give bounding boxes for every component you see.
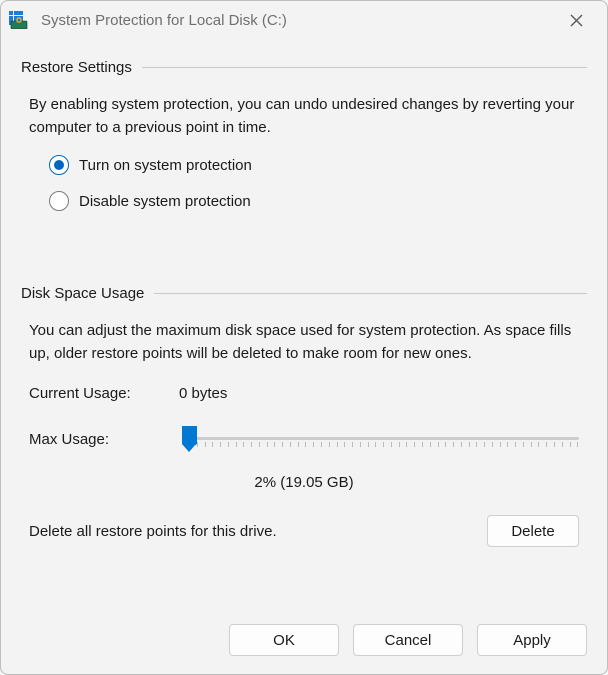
- radio-indicator-icon: [49, 191, 69, 211]
- divider: [142, 67, 587, 68]
- restore-settings-header: Restore Settings: [21, 59, 587, 76]
- current-usage-row: Current Usage: 0 bytes: [21, 385, 587, 402]
- disk-space-description: You can adjust the maximum disk space us…: [21, 320, 587, 365]
- window-title: System Protection for Local Disk (C:): [37, 12, 546, 29]
- restore-settings-label: Restore Settings: [21, 59, 132, 76]
- delete-restore-points-row: Delete all restore points for this drive…: [21, 515, 587, 547]
- max-usage-slider[interactable]: [179, 426, 579, 452]
- radio-indicator-icon: [49, 155, 69, 175]
- close-button[interactable]: [554, 5, 599, 35]
- slider-ticks: [189, 442, 579, 452]
- slider-track: [189, 437, 579, 440]
- divider: [154, 293, 587, 294]
- max-usage-value: 2% (19.05 GB): [21, 474, 587, 491]
- cancel-button[interactable]: Cancel: [353, 624, 463, 656]
- restore-description: By enabling system protection, you can u…: [21, 94, 587, 139]
- dialog-button-bar: OK Cancel Apply: [1, 610, 607, 674]
- current-usage-label: Current Usage:: [29, 385, 179, 402]
- turn-on-protection-radio[interactable]: Turn on system protection: [49, 155, 587, 175]
- system-protection-icon: [9, 11, 29, 29]
- max-usage-row: Max Usage:: [21, 426, 587, 452]
- disable-protection-radio[interactable]: Disable system protection: [49, 191, 587, 211]
- close-icon: [570, 14, 583, 27]
- slider-thumb[interactable]: [182, 426, 197, 452]
- ok-button[interactable]: OK: [229, 624, 339, 656]
- max-usage-label: Max Usage:: [29, 431, 179, 448]
- system-protection-dialog: System Protection for Local Disk (C:) Re…: [0, 0, 608, 675]
- delete-description: Delete all restore points for this drive…: [29, 523, 487, 540]
- dialog-content: Restore Settings By enabling system prot…: [1, 39, 607, 610]
- protection-radio-group: Turn on system protection Disable system…: [21, 139, 587, 227]
- radio-label: Turn on system protection: [79, 157, 252, 174]
- titlebar: System Protection for Local Disk (C:): [1, 1, 607, 39]
- current-usage-value: 0 bytes: [179, 385, 227, 402]
- radio-label: Disable system protection: [79, 193, 251, 210]
- disk-space-usage-header: Disk Space Usage: [21, 285, 587, 302]
- delete-button[interactable]: Delete: [487, 515, 579, 547]
- disk-space-usage-label: Disk Space Usage: [21, 285, 144, 302]
- apply-button[interactable]: Apply: [477, 624, 587, 656]
